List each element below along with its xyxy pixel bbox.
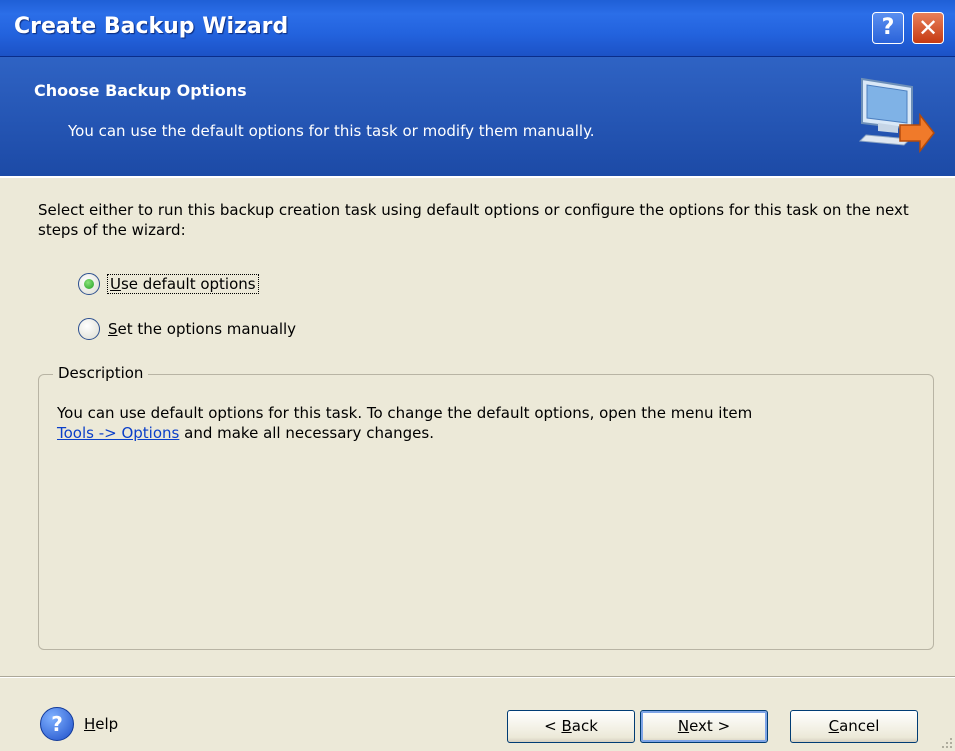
use-default-options-label: Use default options xyxy=(107,274,259,294)
description-text-before: You can use default options for this tas… xyxy=(57,404,753,422)
title-bar: Create Backup Wizard ? ✕ xyxy=(0,0,955,57)
description-text: You can use default options for this tas… xyxy=(57,403,922,443)
radio-button[interactable] xyxy=(78,273,100,295)
set-options-manually-label: Set the options manually xyxy=(108,320,297,338)
tools-options-link[interactable]: Tools -> Options xyxy=(57,424,179,442)
description-group: Description You can use default options … xyxy=(38,364,934,650)
window-title: Create Backup Wizard xyxy=(14,14,289,39)
footer-divider xyxy=(0,676,955,678)
help-button[interactable]: ? Help xyxy=(40,707,118,741)
set-options-manually-radio[interactable]: Set the options manually xyxy=(78,318,296,340)
page-subtitle: You can use the default options for this… xyxy=(68,122,595,140)
cancel-button[interactable]: Cancel xyxy=(790,710,918,743)
radio-button[interactable] xyxy=(78,318,100,340)
wizard-content: Select either to run this backup creatio… xyxy=(0,178,955,668)
description-text-after: and make all necessary changes. xyxy=(184,424,434,442)
title-help-button[interactable]: ? xyxy=(872,12,904,44)
next-button[interactable]: Next > xyxy=(640,710,768,743)
use-default-options-radio[interactable]: Use default options xyxy=(78,273,259,295)
question-icon: ? xyxy=(881,15,895,40)
help-icon: ? xyxy=(40,707,74,741)
close-icon: ✕ xyxy=(917,14,939,42)
wizard-header: Choose Backup Options You can use the de… xyxy=(0,57,955,178)
page-title: Choose Backup Options xyxy=(34,81,247,100)
description-legend: Description xyxy=(53,364,149,382)
help-label: Help xyxy=(84,715,119,733)
resize-grip-icon[interactable] xyxy=(941,737,953,749)
title-close-button[interactable]: ✕ xyxy=(912,12,944,44)
computer-monitor-arrow-icon xyxy=(858,77,935,154)
radio-selected-dot xyxy=(84,279,94,289)
back-button[interactable]: < Back xyxy=(507,710,635,743)
intro-text: Select either to run this backup creatio… xyxy=(38,201,909,239)
